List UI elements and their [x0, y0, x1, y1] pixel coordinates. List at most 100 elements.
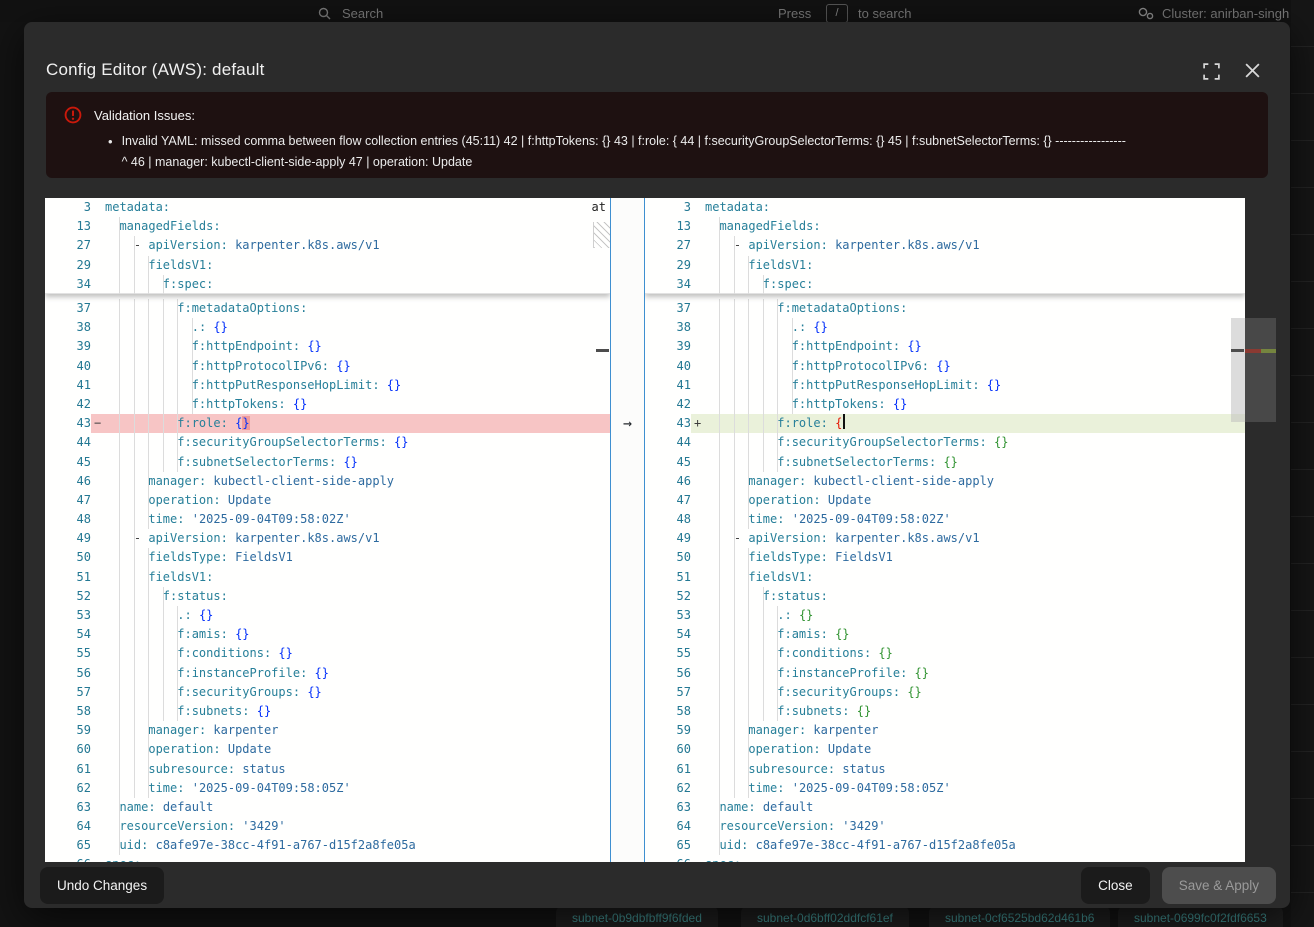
- code-line[interactable]: 55 f:conditions: {}: [645, 644, 1245, 663]
- code-line[interactable]: 44 f:securityGroupSelectorTerms: {}: [45, 433, 610, 452]
- code-line[interactable]: 63 name: default: [645, 798, 1245, 817]
- code-line[interactable]: 13 managedFields:: [45, 217, 610, 236]
- code-line[interactable]: 54 f:amis: {}: [645, 625, 1245, 644]
- code-line[interactable]: 53 .: {}: [45, 606, 610, 625]
- code-line[interactable]: 34 f:spec:: [645, 275, 1245, 294]
- code-line[interactable]: 34 f:spec:: [45, 275, 610, 294]
- code-line[interactable]: 47 operation: Update: [45, 491, 610, 510]
- code-line[interactable]: 55 f:conditions: {}: [45, 644, 610, 663]
- code-line[interactable]: 43+ f:role: {: [645, 414, 1245, 433]
- code-line[interactable]: 56 f:instanceProfile: {}: [45, 664, 610, 683]
- code-line[interactable]: 37 f:metadataOptions:: [45, 299, 610, 318]
- overview-added-mark: [1261, 349, 1276, 353]
- sticky-scroll-original: 3metadata:13 managedFields:27 - apiVersi…: [45, 198, 610, 294]
- code-text: - apiVersion: karpenter.k8s.aws/v1: [105, 236, 380, 255]
- code-line[interactable]: 3metadata:: [45, 198, 610, 217]
- code-line[interactable]: 52 f:status:: [45, 587, 610, 606]
- line-number: 50: [45, 548, 91, 567]
- code-line[interactable]: 27 - apiVersion: karpenter.k8s.aws/v1: [645, 236, 1245, 255]
- code-line[interactable]: 48 time: '2025-09-04T09:58:02Z': [645, 510, 1245, 529]
- code-text: f:conditions: {}: [705, 644, 893, 663]
- code-line[interactable]: 42 f:httpTokens: {}: [645, 395, 1245, 414]
- diff-pane-modified[interactable]: 37 f:metadataOptions:38 .: {}39 f:httpEn…: [645, 198, 1245, 862]
- diff-overview-ruler[interactable]: [1245, 198, 1276, 862]
- code-line[interactable]: 40 f:httpProtocolIPv6: {}: [45, 357, 610, 376]
- modified-code-area[interactable]: 37 f:metadataOptions:38 .: {}39 f:httpEn…: [645, 299, 1245, 862]
- close-button[interactable]: [1244, 62, 1270, 86]
- code-line[interactable]: 59 manager: karpenter: [45, 721, 610, 740]
- code-line[interactable]: 47 operation: Update: [645, 491, 1245, 510]
- original-code-area[interactable]: 37 f:metadataOptions:38 .: {}39 f:httpEn…: [45, 299, 610, 862]
- subnet-chip[interactable]: subnet-0b9dbfbff9f6fded: [556, 905, 718, 927]
- fullscreen-button[interactable]: [1202, 62, 1228, 86]
- code-line[interactable]: 49 - apiVersion: karpenter.k8s.aws/v1: [45, 529, 610, 548]
- code-line[interactable]: 27 - apiVersion: karpenter.k8s.aws/v1: [45, 236, 610, 255]
- code-line[interactable]: 61 subresource: status: [45, 760, 610, 779]
- code-line[interactable]: 60 operation: Update: [45, 740, 610, 759]
- revert-diff-arrow[interactable]: →: [610, 414, 645, 434]
- code-line[interactable]: 45 f:subnetSelectorTerms: {}: [645, 453, 1245, 472]
- code-line[interactable]: 38 .: {}: [45, 318, 610, 337]
- code-line[interactable]: 29 fieldsV1:: [645, 256, 1245, 275]
- code-line[interactable]: 62 time: '2025-09-04T09:58:05Z': [645, 779, 1245, 798]
- line-number: 51: [45, 568, 91, 587]
- diff-sash[interactable]: [610, 198, 645, 862]
- code-line[interactable]: 51 fieldsV1:: [45, 568, 610, 587]
- save-apply-button[interactable]: Save & Apply: [1162, 867, 1276, 904]
- code-line[interactable]: 37 f:metadataOptions:: [645, 299, 1245, 318]
- search-input[interactable]: Search: [342, 6, 383, 21]
- code-line[interactable]: 58 f:subnets: {}: [45, 702, 610, 721]
- code-line[interactable]: 63 name: default: [45, 798, 610, 817]
- line-number: 53: [45, 606, 91, 625]
- code-line[interactable]: 46 manager: kubectl-client-side-apply: [45, 472, 610, 491]
- code-line[interactable]: 54 f:amis: {}: [45, 625, 610, 644]
- code-line[interactable]: 3metadata:: [645, 198, 1245, 217]
- code-line[interactable]: 38 .: {}: [645, 318, 1245, 337]
- subnet-chip[interactable]: subnet-0cf6525bd62d461b6: [929, 905, 1110, 927]
- code-line[interactable]: 58 f:subnets: {}: [645, 702, 1245, 721]
- code-line[interactable]: 64 resourceVersion: '3429': [45, 817, 610, 836]
- code-line[interactable]: 52 f:status:: [645, 587, 1245, 606]
- code-line[interactable]: 56 f:instanceProfile: {}: [645, 664, 1245, 683]
- code-line[interactable]: 59 manager: karpenter: [645, 721, 1245, 740]
- code-line[interactable]: 51 fieldsV1:: [645, 568, 1245, 587]
- subnet-chip[interactable]: subnet-0d6bff02ddfcf61ef: [741, 905, 909, 927]
- code-line[interactable]: 43− f:role: {}: [45, 414, 610, 433]
- undo-changes-button[interactable]: Undo Changes: [40, 867, 164, 904]
- code-line[interactable]: 61 subresource: status: [645, 760, 1245, 779]
- code-line[interactable]: 48 time: '2025-09-04T09:58:02Z': [45, 510, 610, 529]
- close-modal-button[interactable]: Close: [1081, 867, 1150, 904]
- code-line[interactable]: 42 f:httpTokens: {}: [45, 395, 610, 414]
- code-line[interactable]: 60 operation: Update: [645, 740, 1245, 759]
- code-line[interactable]: 29 fieldsV1:: [45, 256, 610, 275]
- code-line[interactable]: 49 - apiVersion: karpenter.k8s.aws/v1: [645, 529, 1245, 548]
- code-line[interactable]: 39 f:httpEndpoint: {}: [645, 337, 1245, 356]
- cluster-chooser[interactable]: Cluster: anirban-singh: [1162, 6, 1289, 21]
- code-text: f:metadataOptions:: [105, 299, 307, 318]
- code-line[interactable]: 62 time: '2025-09-04T09:58:05Z': [45, 779, 610, 798]
- code-line[interactable]: 57 f:securityGroups: {}: [45, 683, 610, 702]
- line-number: 13: [645, 217, 691, 236]
- code-line[interactable]: 41 f:httpPutResponseHopLimit: {}: [45, 376, 610, 395]
- subnet-chip[interactable]: subnet-0699fc0f2fdf6653: [1118, 905, 1283, 927]
- code-line[interactable]: 66spec:: [45, 855, 610, 862]
- code-line[interactable]: 65 uid: c8afe97e-38cc-4f91-a767-d15f2a8f…: [45, 836, 610, 855]
- code-line[interactable]: 46 manager: kubectl-client-side-apply: [645, 472, 1245, 491]
- code-line[interactable]: 57 f:securityGroups: {}: [645, 683, 1245, 702]
- code-line[interactable]: 66spec:: [645, 855, 1245, 862]
- code-line[interactable]: 53 .: {}: [645, 606, 1245, 625]
- vertical-scrollbar-slider[interactable]: [1231, 318, 1245, 422]
- code-line[interactable]: 41 f:httpPutResponseHopLimit: {}: [645, 376, 1245, 395]
- code-line[interactable]: 50 fieldsType: FieldsV1: [45, 548, 610, 567]
- diff-pane-original[interactable]: 37 f:metadataOptions:38 .: {}39 f:httpEn…: [45, 198, 610, 862]
- code-line[interactable]: 65 uid: c8afe97e-38cc-4f91-a767-d15f2a8f…: [645, 836, 1245, 855]
- code-line[interactable]: 39 f:httpEndpoint: {}: [45, 337, 610, 356]
- code-line[interactable]: 64 resourceVersion: '3429': [645, 817, 1245, 836]
- code-line[interactable]: 50 fieldsType: FieldsV1: [645, 548, 1245, 567]
- code-line[interactable]: 45 f:subnetSelectorTerms: {}: [45, 453, 610, 472]
- code-line[interactable]: 44 f:securityGroupSelectorTerms: {}: [645, 433, 1245, 452]
- code-text: name: default: [705, 798, 813, 817]
- line-number: 62: [645, 779, 691, 798]
- code-line[interactable]: 13 managedFields:: [645, 217, 1245, 236]
- code-line[interactable]: 40 f:httpProtocolIPv6: {}: [645, 357, 1245, 376]
